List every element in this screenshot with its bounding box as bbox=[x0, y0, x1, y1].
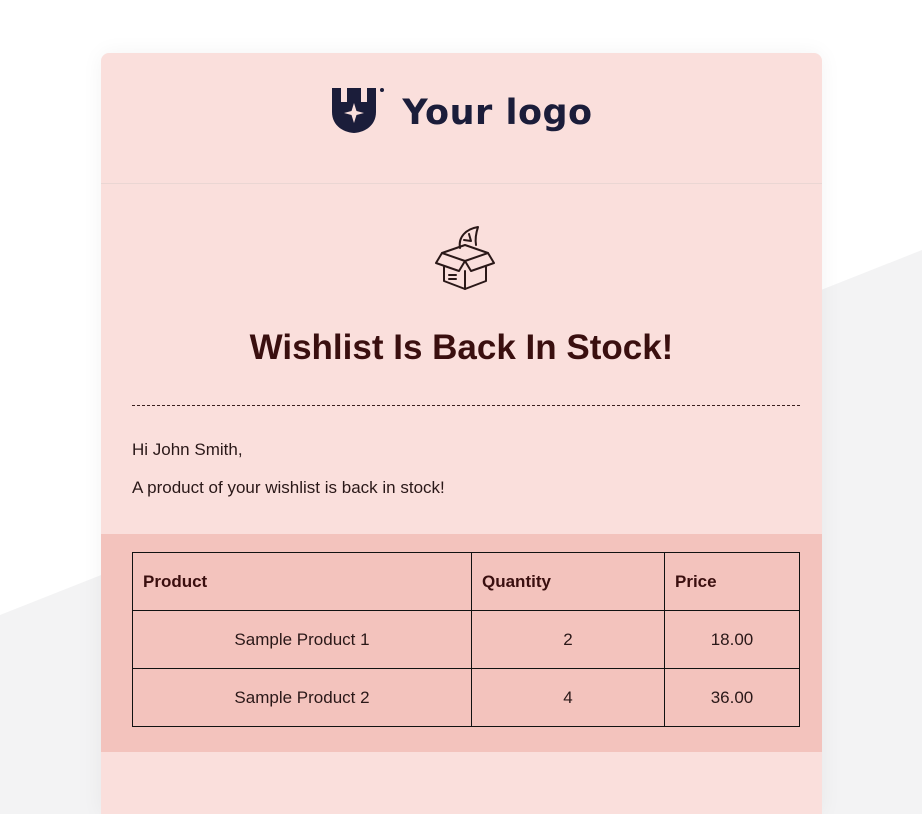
column-header-price: Price bbox=[664, 552, 800, 611]
column-header-product: Product bbox=[132, 552, 472, 611]
message-text: A product of your wishlist is back in st… bbox=[132, 478, 445, 497]
page-title: Wishlist Is Back In Stock! bbox=[249, 328, 674, 367]
quantity-cell: 2 bbox=[471, 610, 665, 669]
table-row: Sample Product 2 4 36.00 bbox=[132, 668, 800, 727]
email-header: Your logo bbox=[101, 53, 822, 184]
logo-text: Your logo bbox=[402, 93, 593, 133]
shield-star-icon bbox=[330, 86, 390, 141]
products-table: Product Quantity Price Sample Product 1 … bbox=[132, 552, 800, 727]
email-card: Your logo Wishlist Is Back In Stock! Hi … bbox=[101, 53, 822, 814]
product-name-cell: Sample Product 1 bbox=[132, 610, 472, 669]
column-header-quantity: Quantity bbox=[471, 552, 665, 611]
product-name-cell: Sample Product 2 bbox=[132, 668, 472, 727]
quantity-cell: 4 bbox=[471, 668, 665, 727]
logo: Your logo bbox=[330, 86, 592, 141]
price-cell: 36.00 bbox=[664, 668, 800, 727]
table-row: Sample Product 1 2 18.00 bbox=[132, 610, 800, 669]
open-box-icon bbox=[428, 223, 502, 293]
table-header-row: Product Quantity Price bbox=[132, 552, 800, 611]
price-cell: 18.00 bbox=[664, 610, 800, 669]
greeting-text: Hi John Smith, bbox=[132, 440, 243, 459]
products-section: Product Quantity Price Sample Product 1 … bbox=[101, 534, 822, 752]
dashed-divider bbox=[132, 405, 800, 406]
